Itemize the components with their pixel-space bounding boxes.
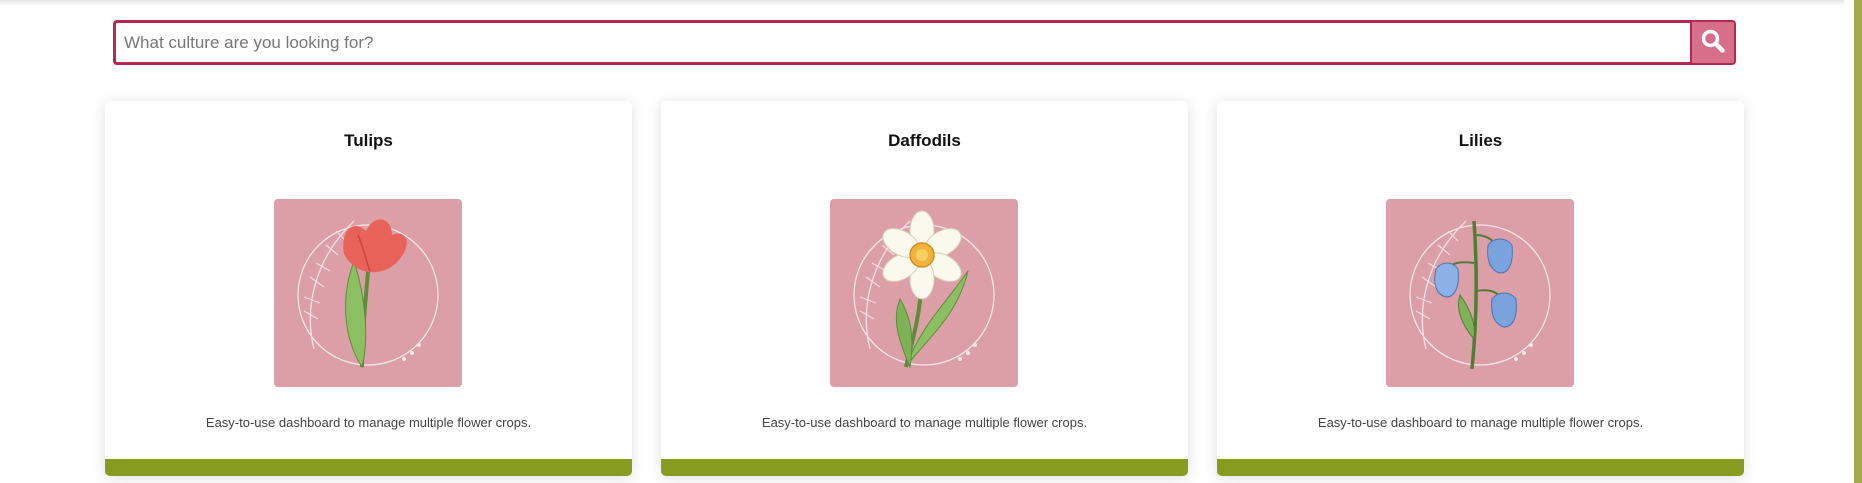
culture-card-daffodils[interactable]: Daffodils Easy-to-use dashboard to manag… <box>661 101 1188 476</box>
card-title: Lilies <box>1458 131 1503 150</box>
daffodil-illustration <box>830 199 1018 387</box>
card-footer-bar <box>1217 459 1744 476</box>
page-side-rail <box>1854 0 1862 483</box>
header-shadow <box>0 0 1844 6</box>
card-description: Easy-to-use dashboard to manage multiple… <box>205 415 532 430</box>
card-description: Easy-to-use dashboard to manage multiple… <box>1317 415 1644 430</box>
search-input[interactable] <box>113 20 1690 65</box>
card-footer-bar <box>105 459 632 476</box>
card-title: Daffodils <box>888 131 961 150</box>
culture-card-lilies[interactable]: Lilies Easy-to-use dashboard to manage m… <box>1217 101 1744 476</box>
card-footer-bar <box>661 459 1188 476</box>
culture-card-list: Tulips Easy-to-use dashboard to manage m… <box>105 101 1744 476</box>
search-bar <box>113 20 1736 65</box>
search-icon <box>1700 28 1726 57</box>
bluebell-illustration <box>1386 199 1574 387</box>
tulip-illustration <box>274 199 462 387</box>
culture-card-tulips[interactable]: Tulips Easy-to-use dashboard to manage m… <box>105 101 632 476</box>
card-description: Easy-to-use dashboard to manage multiple… <box>761 415 1088 430</box>
card-title: Tulips <box>344 131 393 150</box>
search-button[interactable] <box>1690 20 1736 65</box>
